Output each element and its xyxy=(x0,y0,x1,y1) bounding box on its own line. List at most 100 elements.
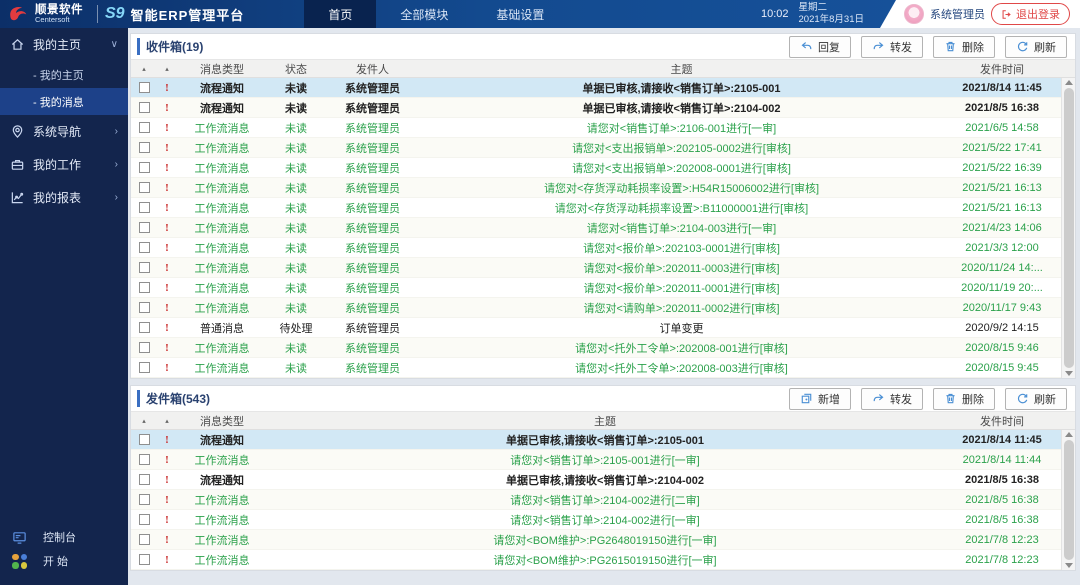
row-checkbox[interactable] xyxy=(139,302,150,313)
refresh-button[interactable]: 刷新 xyxy=(1005,36,1067,58)
outbox-panel: 发件箱(543) 新增转发删除刷新 ▴ ▴ 消息类型 主题 发件时间 !流程通知… xyxy=(130,385,1076,571)
refresh-icon xyxy=(1016,392,1029,405)
scroll-up-icon[interactable] xyxy=(1065,80,1073,85)
user-avatar[interactable] xyxy=(904,4,924,24)
message-type: 工作流消息 xyxy=(177,220,267,236)
sidebar-footer-item[interactable]: 控制台 xyxy=(0,525,128,549)
checkbox-cell xyxy=(131,514,157,526)
sidebar-item[interactable]: 我的主页∨ xyxy=(0,28,128,61)
table-row[interactable]: !工作流消息未读系统管理员请您对<报价单>:202011-0003进行[审核]2… xyxy=(131,258,1061,278)
message-status: 待处理 xyxy=(267,320,325,336)
message-subject: 请您对<销售订单>:2105-001进行[一审] xyxy=(267,452,943,468)
message-time: 2020/11/24 14:... xyxy=(943,262,1061,274)
nav-tab[interactable]: 基础设置 xyxy=(472,0,568,28)
table-row[interactable]: !工作流消息未读系统管理员请您对<销售订单>:2106-001进行[一审]202… xyxy=(131,118,1061,138)
scroll-down-icon[interactable] xyxy=(1065,563,1073,568)
message-subject: 请您对<托外工令单>:202008-003进行[审核] xyxy=(420,360,943,376)
message-time: 2021/8/5 16:38 xyxy=(943,474,1061,486)
table-row[interactable]: !流程通知未读系统管理员单据已审核,请接收<销售订单>:2104-0022021… xyxy=(131,98,1061,118)
table-row[interactable]: !工作流消息未读系统管理员请您对<报价单>:202103-0001进行[审核]2… xyxy=(131,238,1061,258)
message-subject: 请您对<销售订单>:2104-002进行[二审] xyxy=(267,492,943,508)
row-checkbox[interactable] xyxy=(139,534,150,545)
message-type: 工作流消息 xyxy=(177,532,267,548)
outbox-scrollbar[interactable] xyxy=(1061,430,1075,570)
row-checkbox[interactable] xyxy=(139,474,150,485)
row-checkbox[interactable] xyxy=(139,262,150,273)
table-row[interactable]: !工作流消息请您对<BOM维护>:PG2615019150进行[一审]2021/… xyxy=(131,550,1061,570)
row-checkbox[interactable] xyxy=(139,82,150,93)
table-row[interactable]: !工作流消息未读系统管理员请您对<托外工令单>:202008-003进行[审核]… xyxy=(131,358,1061,378)
scroll-down-icon[interactable] xyxy=(1065,371,1073,376)
row-checkbox[interactable] xyxy=(139,454,150,465)
table-row[interactable]: !流程通知未读系统管理员单据已审核,请接收<销售订单>:2105-0012021… xyxy=(131,78,1061,98)
message-type: 工作流消息 xyxy=(177,260,267,276)
table-row[interactable]: !工作流消息未读系统管理员请您对<请购单>:202011-0002进行[审核]2… xyxy=(131,298,1061,318)
reply-button[interactable]: 回复 xyxy=(789,36,851,58)
forward-button[interactable]: 转发 xyxy=(861,36,923,58)
row-checkbox[interactable] xyxy=(139,142,150,153)
row-checkbox[interactable] xyxy=(139,434,150,445)
scroll-thumb[interactable] xyxy=(1064,88,1074,368)
sidebar-item[interactable]: 我的报表› xyxy=(0,181,128,214)
row-checkbox[interactable] xyxy=(139,362,150,373)
table-row[interactable]: !工作流消息请您对<销售订单>:2104-002进行[一审]2021/8/5 1… xyxy=(131,510,1061,530)
table-row[interactable]: !工作流消息未读系统管理员请您对<支出报销单>:202105-0002进行[审核… xyxy=(131,138,1061,158)
sidebar-subitem[interactable]: - 我的消息 xyxy=(0,88,128,115)
forward-button[interactable]: 转发 xyxy=(861,388,923,410)
row-checkbox[interactable] xyxy=(139,494,150,505)
chevron-right-icon: › xyxy=(115,159,118,170)
message-status: 未读 xyxy=(267,100,325,116)
row-checkbox[interactable] xyxy=(139,162,150,173)
sidebar-item[interactable]: 系统导航› xyxy=(0,115,128,148)
row-checkbox[interactable] xyxy=(139,282,150,293)
row-checkbox[interactable] xyxy=(139,222,150,233)
message-status: 未读 xyxy=(267,160,325,176)
checkbox-cell xyxy=(131,142,157,154)
row-checkbox[interactable] xyxy=(139,182,150,193)
table-row[interactable]: !流程通知单据已审核,请接收<销售订单>:2104-0022021/8/5 16… xyxy=(131,470,1061,490)
table-row[interactable]: !工作流消息未读系统管理员请您对<存货浮动耗损率设置>:B11000001进行[… xyxy=(131,198,1061,218)
delete-button[interactable]: 删除 xyxy=(933,388,995,410)
message-time: 2021/7/8 12:23 xyxy=(943,554,1061,566)
row-checkbox[interactable] xyxy=(139,202,150,213)
table-row[interactable]: !工作流消息未读系统管理员请您对<支出报销单>:202008-0001进行[审核… xyxy=(131,158,1061,178)
add-button[interactable]: 新增 xyxy=(789,388,851,410)
message-status: 未读 xyxy=(267,220,325,236)
sidebar-subitem[interactable]: - 我的主页 xyxy=(0,61,128,88)
nav-tab[interactable]: 全部模块 xyxy=(376,0,472,28)
button-label: 删除 xyxy=(962,391,984,407)
table-row[interactable]: !普通消息待处理系统管理员订单变更2020/9/2 14:15 xyxy=(131,318,1061,338)
row-checkbox[interactable] xyxy=(139,322,150,333)
table-row[interactable]: !流程通知单据已审核,请接收<销售订单>:2105-0012021/8/14 1… xyxy=(131,430,1061,450)
checkbox-cell xyxy=(131,474,157,486)
row-checkbox[interactable] xyxy=(139,122,150,133)
nav-tab[interactable]: 首页 xyxy=(304,0,376,28)
message-time: 2020/8/15 9:46 xyxy=(943,342,1061,354)
refresh-button[interactable]: 刷新 xyxy=(1005,388,1067,410)
table-row[interactable]: !工作流消息请您对<销售订单>:2104-002进行[二审]2021/8/5 1… xyxy=(131,490,1061,510)
table-row[interactable]: !工作流消息请您对<销售订单>:2105-001进行[一审]2021/8/14 … xyxy=(131,450,1061,470)
row-checkbox[interactable] xyxy=(139,342,150,353)
sidebar-item-label: 我的报表 xyxy=(33,189,81,206)
logout-button[interactable]: 退出登录 xyxy=(991,3,1070,25)
delete-button[interactable]: 删除 xyxy=(933,36,995,58)
table-row[interactable]: !工作流消息未读系统管理员请您对<存货浮动耗损率设置>:H54R15006002… xyxy=(131,178,1061,198)
message-status: 未读 xyxy=(267,260,325,276)
table-row[interactable]: !工作流消息请您对<BOM维护>:PG2648019150进行[一审]2021/… xyxy=(131,530,1061,550)
sidebar-footer-item[interactable]: 开 始 xyxy=(0,549,128,573)
checkbox-cell xyxy=(131,202,157,214)
inbox-scrollbar[interactable] xyxy=(1061,78,1075,378)
message-type: 工作流消息 xyxy=(177,160,267,176)
table-row[interactable]: !工作流消息未读系统管理员请您对<托外工令单>:202008-001进行[审核]… xyxy=(131,338,1061,358)
table-row[interactable]: !工作流消息未读系统管理员请您对<销售订单>:2104-003进行[一审]202… xyxy=(131,218,1061,238)
sidebar-item[interactable]: 我的工作› xyxy=(0,148,128,181)
row-checkbox[interactable] xyxy=(139,242,150,253)
scroll-up-icon[interactable] xyxy=(1065,432,1073,437)
scroll-thumb[interactable] xyxy=(1064,440,1074,560)
table-row[interactable]: !工作流消息未读系统管理员请您对<报价单>:202011-0001进行[审核]2… xyxy=(131,278,1061,298)
row-checkbox[interactable] xyxy=(139,514,150,525)
row-checkbox[interactable] xyxy=(139,554,150,565)
row-checkbox[interactable] xyxy=(139,102,150,113)
priority-flag-icon: ! xyxy=(157,222,177,234)
inbox-table-body: !流程通知未读系统管理员单据已审核,请接收<销售订单>:2105-0012021… xyxy=(131,78,1075,378)
